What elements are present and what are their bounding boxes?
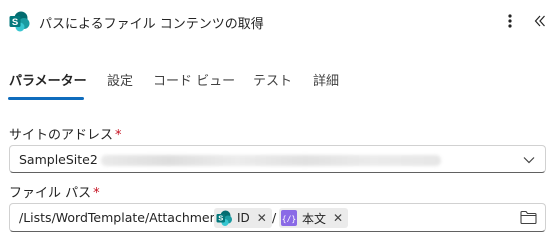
more-vertical-icon xyxy=(508,14,512,28)
panel-header: S パスによるファイル コンテンツの取得 xyxy=(0,0,552,44)
active-tab-indicator xyxy=(8,97,84,100)
file-path-input[interactable]: /Lists/WordTemplate/Attachments/ S ID ✕ … xyxy=(9,203,546,232)
token-label: 本文 xyxy=(302,211,327,226)
token-label: ID xyxy=(237,211,250,225)
site-address-label-text: サイトのアドレス xyxy=(9,128,114,143)
folder-icon[interactable] xyxy=(520,210,537,225)
remove-token-button[interactable]: ✕ xyxy=(333,211,343,225)
path-separator: / xyxy=(272,210,277,225)
chevron-down-icon[interactable] xyxy=(522,153,536,167)
required-mark: * xyxy=(93,186,100,201)
expression-icon: {/} xyxy=(281,210,297,226)
required-mark: * xyxy=(115,128,122,143)
site-address-dropdown[interactable]: SampleSite2 xyxy=(9,145,546,173)
sharepoint-icon: S xyxy=(9,11,30,32)
site-address-value: SampleSite2 xyxy=(19,152,98,167)
panel-title: パスによるファイル コンテンツの取得 xyxy=(39,17,264,32)
tab-details[interactable]: 詳細 xyxy=(313,70,339,100)
dynamic-token-id[interactable]: S ID ✕ xyxy=(214,208,272,228)
remove-token-button[interactable]: ✕ xyxy=(257,211,267,225)
file-path-prefix: /Lists/WordTemplate/Attachments/ xyxy=(19,210,234,225)
file-path-label: ファイル パス * xyxy=(9,182,100,201)
collapse-panel-button[interactable] xyxy=(530,10,550,32)
svg-text:{/}: {/} xyxy=(282,215,296,224)
more-options-button[interactable] xyxy=(500,10,520,32)
double-chevron-left-icon xyxy=(534,15,545,27)
tab-settings[interactable]: 設定 xyxy=(107,70,133,100)
sharepoint-icon: S xyxy=(216,210,232,226)
tab-test[interactable]: テスト xyxy=(253,70,292,100)
svg-text:S: S xyxy=(12,17,18,28)
tab-bar: パラメーター 設定 コード ビュー テスト 詳細 xyxy=(0,70,552,102)
tab-parameters[interactable]: パラメーター xyxy=(9,70,87,100)
redacted-site-url xyxy=(101,155,441,166)
site-address-label: サイトのアドレス * xyxy=(9,124,122,143)
tab-code-view[interactable]: コード ビュー xyxy=(153,70,235,100)
file-path-label-text: ファイル パス xyxy=(9,186,92,201)
svg-text:S: S xyxy=(218,214,223,223)
dynamic-token-body[interactable]: {/} 本文 ✕ xyxy=(279,208,349,228)
